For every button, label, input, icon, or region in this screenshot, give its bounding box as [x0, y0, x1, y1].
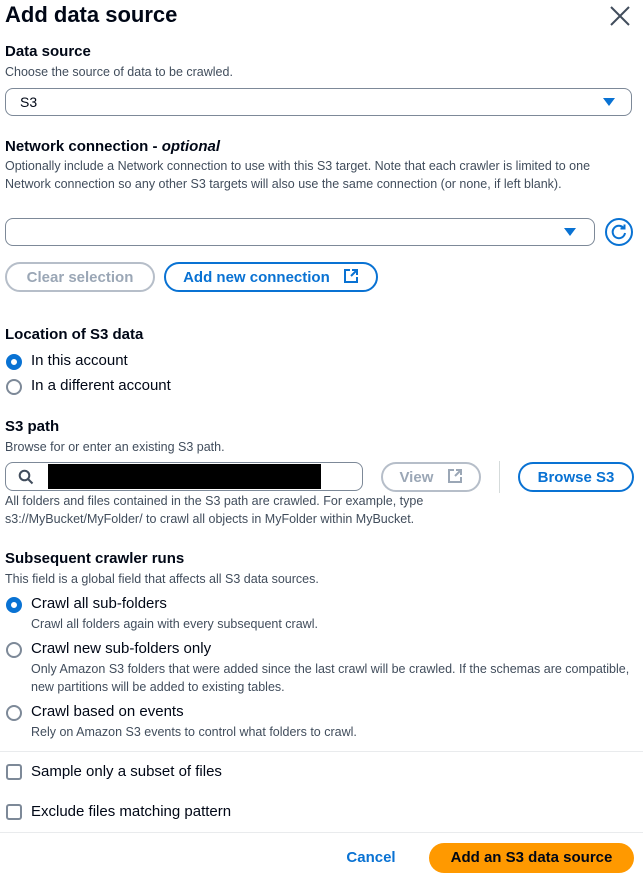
view-button[interactable]: View — [381, 462, 481, 492]
close-icon[interactable] — [608, 4, 632, 28]
clear-selection-label: Clear selection — [26, 269, 134, 286]
data-source-value: S3 — [20, 94, 38, 110]
location-label: Location of S3 data — [5, 326, 144, 343]
option-in-this-account: In this account — [31, 352, 128, 369]
redacted-path — [48, 464, 321, 489]
radio-in-this-account[interactable] — [6, 354, 22, 370]
option-crawl-events-desc: Rely on Amazon S3 events to control what… — [31, 725, 357, 739]
s3-path-help: All folders and files contained in the S… — [5, 494, 424, 526]
modal-title: Add data source — [5, 2, 178, 27]
caret-down-icon — [564, 228, 576, 236]
clear-selection-button[interactable]: Clear selection — [5, 262, 155, 292]
add-s3-data-source-button[interactable]: Add an S3 data source — [429, 843, 634, 873]
option-crawl-new-desc: Only Amazon S3 folders that were added s… — [31, 662, 630, 694]
radio-crawl-events[interactable] — [6, 705, 22, 721]
section-divider — [0, 751, 643, 752]
option-crawl-all-desc: Crawl all folders again with every subse… — [31, 617, 318, 631]
s3-path-label: S3 path — [5, 418, 60, 435]
radio-crawl-new[interactable] — [6, 642, 22, 658]
view-label: View — [399, 469, 434, 486]
data-source-description: Choose the source of data to be crawled. — [5, 65, 233, 79]
browse-s3-button[interactable]: Browse S3 — [518, 462, 634, 492]
data-source-select[interactable]: S3 — [5, 88, 632, 116]
subsequent-runs-description: This field is a global field that affect… — [5, 572, 319, 586]
option-crawl-new: Crawl new sub-folders only — [31, 640, 212, 657]
add-new-connection-button[interactable]: Add new connection — [164, 262, 378, 292]
caret-down-icon — [603, 98, 615, 106]
s3-path-description: Browse for or enter an existing S3 path. — [5, 440, 225, 454]
network-connection-select[interactable] — [5, 218, 595, 246]
refresh-icon[interactable] — [605, 218, 633, 246]
network-connection-description: Optionally include a Network connection … — [5, 159, 591, 191]
optional-tag: optional — [161, 138, 221, 155]
divider — [499, 461, 500, 493]
option-crawl-events: Crawl based on events — [31, 703, 184, 720]
external-link-icon — [447, 466, 463, 493]
footer-divider — [0, 832, 643, 833]
subsequent-runs-label: Subsequent crawler runs — [5, 550, 185, 567]
checkbox-exclude-pattern[interactable] — [6, 804, 22, 820]
radio-different-account[interactable] — [6, 379, 22, 395]
network-label-text: Network connection - — [5, 138, 162, 155]
add-connection-label: Add new connection — [183, 269, 330, 286]
cancel-button[interactable]: Cancel — [336, 847, 406, 869]
option-different-account: In a different account — [31, 377, 171, 394]
checkbox-sample-subset[interactable] — [6, 764, 22, 780]
network-connection-label: Network connection - optional — [5, 138, 220, 155]
external-link-icon — [343, 266, 359, 293]
browse-s3-label: Browse S3 — [537, 469, 615, 486]
exclude-pattern-label: Exclude files matching pattern — [31, 803, 232, 820]
sample-subset-label: Sample only a subset of files — [31, 763, 222, 780]
option-crawl-all: Crawl all sub-folders — [31, 595, 167, 612]
search-icon — [18, 469, 34, 485]
radio-crawl-all[interactable] — [6, 597, 22, 613]
data-source-label: Data source — [5, 43, 91, 60]
